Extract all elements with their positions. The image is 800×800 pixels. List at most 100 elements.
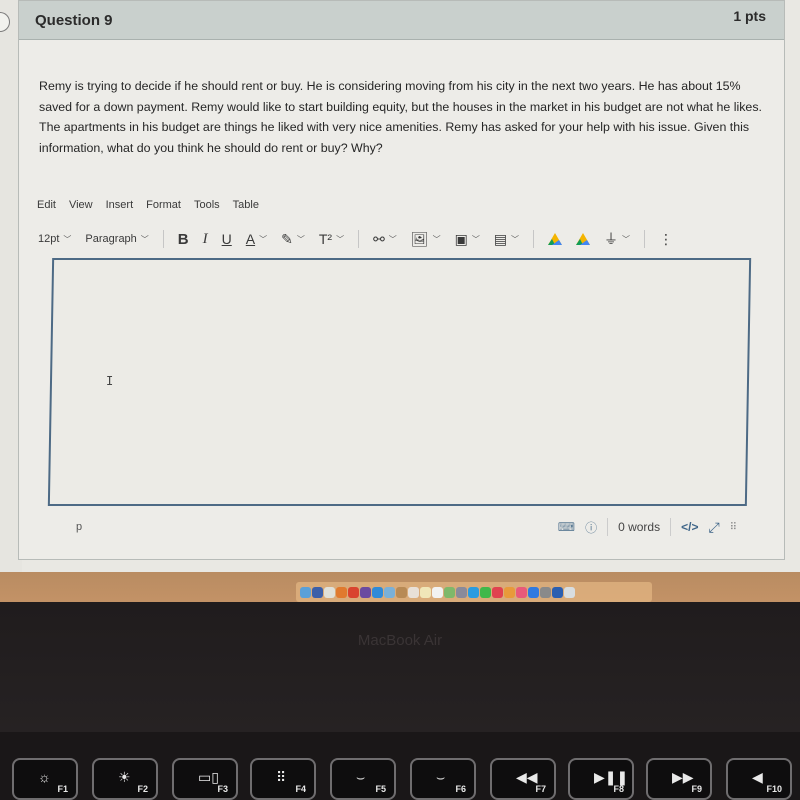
browser-screen: Question 9 1 pts Remy is trying to decid…	[0, 0, 800, 572]
chevron-down-icon: ﹀	[336, 234, 345, 244]
dock-app-chrome[interactable]	[348, 586, 359, 598]
dock	[296, 582, 652, 602]
key-f7-icon: ◀◀	[516, 769, 538, 785]
key-label: F1	[57, 784, 68, 794]
fullscreen-icon[interactable]: ⤢	[708, 519, 719, 536]
highlight-color-button[interactable]: ✎ ﹀	[281, 231, 305, 248]
keyboard-icon[interactable]: ⌨	[558, 520, 575, 534]
media-button[interactable]: ▣ ﹀	[455, 231, 480, 248]
font-size-select[interactable]: 12pt ﹀	[38, 233, 71, 245]
superscript-icon: T²	[318, 231, 333, 247]
device-brand: MacBook Air	[357, 632, 443, 649]
dock-app-facetime[interactable]	[480, 586, 491, 598]
key-f9[interactable]: ▶▶ F9	[646, 758, 712, 800]
key-label: F7	[535, 784, 546, 794]
chevron-down-icon: ﹀	[471, 234, 480, 244]
dock-app-reminders[interactable]	[432, 586, 443, 598]
key-f2[interactable]: ☀ F2	[92, 758, 158, 800]
menu-table[interactable]: Table	[233, 199, 259, 211]
google-drive-icon	[576, 233, 591, 245]
key-f5[interactable]: ⌣ F5	[330, 758, 396, 800]
key-f3-icon: ▭▯	[198, 769, 219, 785]
dock-app-notes[interactable]	[420, 586, 431, 598]
plugin-button[interactable]: ⏚ ﹀	[604, 229, 630, 249]
key-f6-icon: ⌣	[436, 769, 446, 785]
chevron-down-icon: ﹀	[511, 234, 520, 244]
key-f10-icon: ◀	[752, 769, 763, 785]
dock-app-word[interactable]	[552, 586, 563, 598]
chevron-down-icon: ﹀	[296, 234, 305, 244]
html-editor-button[interactable]: </>	[681, 520, 698, 534]
key-f6[interactable]: ⌣ F6	[410, 758, 476, 800]
menu-format[interactable]: Format	[146, 199, 181, 211]
chevron-down-icon: ﹀	[622, 234, 631, 244]
dock-app-messages[interactable]	[468, 586, 479, 598]
accessibility-icon[interactable]: ⓘ	[585, 519, 597, 536]
dock-app-notes-brown[interactable]	[396, 586, 407, 598]
toolbar-divider	[358, 230, 360, 248]
element-path[interactable]: p	[76, 521, 82, 533]
bold-button[interactable]: B	[178, 231, 189, 248]
dock-app-preview[interactable]	[384, 586, 395, 598]
key-f4-icon: ⠿	[276, 769, 287, 785]
key-f7[interactable]: ◀◀ F7	[490, 758, 556, 800]
toolbar-divider	[644, 230, 646, 248]
more-options-button[interactable]: ⋮	[659, 231, 673, 248]
dock-app-photos[interactable]	[504, 586, 515, 598]
dock-app-keychain[interactable]	[336, 586, 347, 598]
key-f1-icon: ☼	[38, 769, 51, 785]
key-label: F2	[137, 784, 148, 794]
key-f4[interactable]: ⠿ F4	[250, 758, 316, 800]
google-drive-button-2[interactable]	[576, 233, 591, 245]
superscript-button[interactable]: T² ﹀	[319, 231, 344, 247]
dock-app-maps[interactable]	[444, 586, 455, 598]
key-f9-icon: ▶▶	[672, 769, 694, 785]
menu-view[interactable]: View	[69, 199, 93, 211]
dock-app-finder[interactable]	[300, 586, 311, 598]
question-text: Remy is trying to decide if he should re…	[39, 79, 762, 155]
underline-button[interactable]: U	[222, 231, 232, 247]
chevron-down-icon: ﹀	[259, 234, 268, 244]
dock-app-news[interactable]	[492, 586, 503, 598]
key-f2-icon: ☀	[118, 769, 131, 785]
key-f1[interactable]: ☼ F1	[12, 758, 78, 800]
dock-app-photos-like[interactable]	[324, 586, 335, 598]
answer-editor[interactable]	[47, 258, 752, 506]
word-count[interactable]: 0 words	[618, 520, 660, 534]
resize-grip-icon[interactable]: ⠿	[730, 522, 737, 532]
menu-insert[interactable]: Insert	[106, 199, 134, 211]
block-format-select[interactable]: Paragraph ﹀	[85, 233, 148, 245]
dock-app-calendar[interactable]	[408, 586, 419, 598]
dock-app-safari[interactable]	[372, 586, 383, 598]
media-icon: ▣	[454, 230, 468, 247]
menu-tools[interactable]: Tools	[194, 199, 220, 211]
italic-button[interactable]: I	[203, 231, 208, 248]
function-key-row: ☼ F1 ☀ F2 ▭▯ F3 ⠿ F4 ⌣ F5 ⌣ F6 ◀◀ F7 ▶❚❚ F8 ▶▶ F9 ◀ F10	[0, 758, 800, 800]
image-button[interactable]: 🖼 ﹀	[411, 231, 441, 248]
key-f10[interactable]: ◀ F10	[726, 758, 792, 800]
google-drive-button-1[interactable]	[548, 233, 563, 245]
dock-app-launchpad[interactable]	[312, 586, 323, 598]
google-drive-icon	[548, 233, 563, 245]
plug-icon: ⏚	[604, 231, 619, 247]
status-divider	[607, 518, 609, 536]
dock-app-music[interactable]	[516, 586, 527, 598]
editor-statusbar: p ⌨ ⓘ 0 words </> ⤢ ⠿	[76, 516, 737, 538]
dock-app-app-store[interactable]	[528, 586, 539, 598]
key-f8[interactable]: ▶❚❚ F8	[568, 758, 634, 800]
chevron-down-icon: ﹀	[432, 234, 441, 244]
dock-app-siri[interactable]	[360, 586, 371, 598]
laptop-bezel	[0, 602, 800, 732]
key-f3[interactable]: ▭▯ F3	[172, 758, 238, 800]
font-size-value: 12pt	[38, 233, 60, 245]
document-icon: ▤	[493, 230, 508, 247]
document-button[interactable]: ▤ ﹀	[494, 231, 519, 248]
text-color-button[interactable]: A ﹀	[246, 231, 267, 247]
dock-app-trash[interactable]	[564, 586, 575, 598]
dock-app-mail-rocket[interactable]	[456, 586, 467, 598]
dock-app-system-preferences[interactable]	[540, 586, 551, 598]
link-button[interactable]: ⚯ ﹀	[373, 231, 397, 248]
menu-edit[interactable]: Edit	[37, 199, 56, 211]
collapse-tab[interactable]	[0, 12, 10, 32]
toolbar-divider	[533, 230, 535, 248]
